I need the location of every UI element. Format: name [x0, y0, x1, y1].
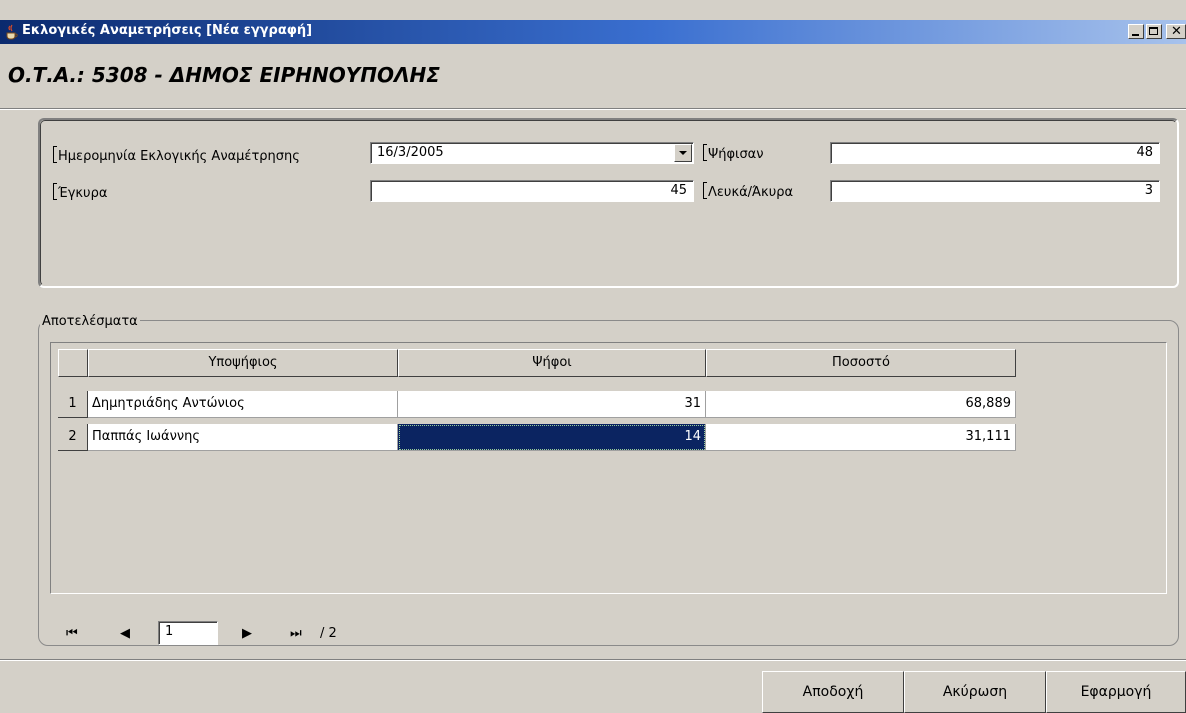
minimize-button[interactable] — [1128, 24, 1144, 39]
cancel-button[interactable]: Ακύρωση — [904, 671, 1046, 713]
page-number-field[interactable]: 1 — [158, 621, 218, 645]
next-icon: ▶ — [242, 626, 252, 641]
date-value: 16/3/2005 — [377, 145, 444, 160]
column-header-votes[interactable]: Ψήφοι — [398, 349, 706, 377]
cell-candidate[interactable]: Δημητριάδης Αντώνιος — [88, 391, 398, 418]
apply-button[interactable]: Εφαρμογή — [1046, 671, 1186, 713]
previous-record-button[interactable]: ◀ — [120, 626, 130, 641]
row-number[interactable]: 1 — [58, 391, 88, 418]
maximize-button[interactable] — [1146, 24, 1162, 39]
page-title: Ο.Τ.Α.: 5308 - ΔΗΜΟΣ ΕΙΡΗΝΟΥΠΟΛΗΣ — [8, 63, 440, 87]
results-grid — [50, 342, 1167, 594]
row-number[interactable]: 2 — [58, 424, 88, 451]
cell-votes[interactable]: 31 — [398, 391, 706, 418]
close-button[interactable]: ✕ — [1166, 24, 1186, 39]
next-record-button[interactable]: ▶ — [242, 626, 252, 641]
valid-label: Έγκυρα — [53, 183, 107, 201]
first-icon: ⏮ — [66, 626, 78, 641]
column-header-percent[interactable]: Ποσοστό — [706, 349, 1016, 377]
close-icon: ✕ — [1171, 24, 1182, 39]
grid-corner — [58, 349, 88, 377]
date-label: Ημερομηνία Εκλογικής Αναμέτρησης — [53, 146, 300, 164]
cell-percent[interactable]: 31,111 — [706, 424, 1016, 451]
java-cup-icon — [6, 24, 18, 40]
minimize-icon — [1132, 34, 1139, 36]
blank-field[interactable]: 3 — [830, 180, 1160, 202]
divider — [0, 659, 1186, 661]
chevron-down-icon[interactable] — [674, 144, 692, 162]
last-icon: ⏭ — [290, 626, 302, 641]
first-record-button[interactable]: ⏮ — [66, 626, 78, 641]
valid-field[interactable]: 45 — [370, 180, 694, 202]
voted-field[interactable]: 48 — [830, 142, 1160, 164]
blank-label: Λευκά/Άκυρα — [703, 182, 793, 200]
divider — [0, 108, 1186, 110]
cell-votes-selected[interactable]: 14 — [398, 424, 706, 451]
window-title: Εκλογικές Αναμετρήσεις [Νέα εγγραφή] — [22, 23, 313, 38]
title-bar[interactable]: Εκλογικές Αναμετρήσεις [Νέα εγγραφή] ✕ — [0, 20, 1186, 44]
voted-label: Ψήφισαν — [703, 144, 764, 162]
results-title: Αποτελέσματα — [40, 314, 140, 329]
last-record-button[interactable]: ⏭ — [290, 626, 302, 641]
cell-percent[interactable]: 68,889 — [706, 391, 1016, 418]
previous-icon: ◀ — [120, 626, 130, 641]
column-header-candidate[interactable]: Υποψήφιος — [88, 349, 398, 377]
date-combobox[interactable]: 16/3/2005 — [370, 142, 694, 164]
accept-button[interactable]: Αποδοχή — [762, 671, 904, 713]
cell-candidate[interactable]: Παππάς Ιωάννης — [88, 424, 398, 451]
record-total: / 2 — [320, 626, 337, 641]
maximize-icon — [1149, 27, 1158, 35]
